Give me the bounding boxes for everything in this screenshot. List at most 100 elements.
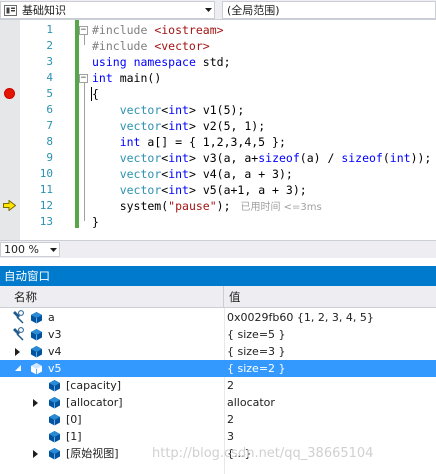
breakpoint-icon[interactable] xyxy=(4,88,15,99)
code-token: vector xyxy=(119,183,162,197)
line-number: 1 xyxy=(46,23,53,36)
variable-icon xyxy=(49,431,60,443)
code-line: vector<int> v3(a, a+sizeof(a) / sizeof(i… xyxy=(92,150,432,166)
code-line: vector<int> v5(a+1, a + 3); xyxy=(92,182,307,198)
collapse-arrow-icon[interactable] xyxy=(15,365,21,371)
watch-row-name: [原始视图] xyxy=(66,447,119,460)
glyph-margin[interactable] xyxy=(0,20,20,240)
line-number: 6 xyxy=(46,103,53,116)
navigation-bar: 基础知识 (全局范围) xyxy=(0,0,436,20)
line-number: 3 xyxy=(46,55,53,68)
watch-row[interactable]: [1] 3 xyxy=(0,428,436,445)
watch-row-name: v3 xyxy=(48,328,62,341)
watch-row-name: v5 xyxy=(48,362,62,375)
scope-dropdown-label: (全局范围) xyxy=(227,4,280,17)
watch-row-name: [capacity] xyxy=(66,379,122,392)
watch-row[interactable]: v4 { size=3 } xyxy=(0,343,436,360)
watch-row-value: 2 xyxy=(227,379,234,392)
instruction-pointer-icon[interactable] xyxy=(3,200,16,211)
line-number-gutter: 1 2 3 4 5 6 7 8 9 10 11 12 13 xyxy=(20,20,56,240)
code-token: "pause" xyxy=(168,199,217,213)
line-number: 13 xyxy=(39,215,53,228)
pin-icon[interactable] xyxy=(12,327,24,341)
variable-icon xyxy=(49,414,60,426)
watch-row[interactable]: [原始视图] {...} xyxy=(0,445,436,462)
zoom-dropdown[interactable]: 100 % xyxy=(0,242,60,257)
code-token: int xyxy=(92,71,113,85)
autos-window-title[interactable]: 自动窗口 xyxy=(0,266,436,286)
collapse-icon[interactable]: − xyxy=(79,74,88,83)
watch-row-value: { size=2 } xyxy=(227,362,286,375)
code-token: > v3(a, a+ xyxy=(188,151,259,165)
watch-row[interactable]: v3 { size=5 } xyxy=(0,326,436,343)
code-editor[interactable]: 1 2 3 4 5 6 7 8 9 10 11 12 13 #include <iostream> #in… xyxy=(0,20,436,240)
code-line: vector<int> v1(5); xyxy=(92,102,245,118)
project-dropdown[interactable]: 基础知识 xyxy=(0,1,215,19)
code-token: #include xyxy=(92,23,155,37)
expand-arrow-icon[interactable] xyxy=(33,399,38,407)
line-number: 5 xyxy=(46,87,53,100)
code-token: )); xyxy=(410,151,432,165)
watch-row[interactable]: [capacity] 2 xyxy=(0,377,436,394)
watch-row[interactable]: a 0x0029fb60 {1, 2, 3, 4, 5} xyxy=(0,309,436,326)
watch-row-name: [allocator] xyxy=(66,396,123,409)
namespace-icon xyxy=(4,4,17,16)
autos-header: 名称 值 xyxy=(0,286,436,308)
line-number: 7 xyxy=(46,119,53,132)
code-token: int xyxy=(119,135,141,149)
variable-icon xyxy=(49,448,60,460)
expand-arrow-icon[interactable] xyxy=(33,450,38,458)
code-token: system( xyxy=(92,199,169,213)
code-token: vector xyxy=(119,119,162,133)
line-number: 12 xyxy=(39,199,53,212)
watch-row-value: {...} xyxy=(227,447,252,460)
code-token: a[] = { 1,2,3,4,5 }; xyxy=(140,135,286,149)
line-number: 2 xyxy=(46,39,53,52)
code-token: namespace xyxy=(133,55,196,69)
watch-row-value: 2 xyxy=(227,413,234,426)
code-token: <iostream> xyxy=(154,23,224,37)
code-line: int a[] = { 1,2,3,4,5 }; xyxy=(92,134,286,150)
code-line: vector<int> v4(a, a + 3); xyxy=(92,166,293,182)
editor-status-strip: 100 % xyxy=(0,240,436,258)
watch-row-value: { size=5 } xyxy=(227,328,286,341)
line-number: 9 xyxy=(46,151,53,164)
scope-dropdown[interactable]: (全局范围) xyxy=(222,1,436,19)
variable-icon xyxy=(49,397,60,409)
watch-row-value: allocator xyxy=(227,396,275,409)
watch-row[interactable]: [0] 2 xyxy=(0,411,436,428)
code-token: > v2(5, 1); xyxy=(188,119,266,133)
code-token: > v4(a, a + 3); xyxy=(188,167,293,181)
expand-arrow-icon[interactable] xyxy=(15,348,20,356)
code-token: main() xyxy=(112,71,162,85)
code-token: std; xyxy=(195,55,231,69)
code-line: #include <vector> xyxy=(92,38,210,54)
variable-icon xyxy=(49,380,60,392)
code-line: #include <iostream> xyxy=(92,22,224,38)
watch-row[interactable]: [allocator] allocator xyxy=(0,394,436,411)
watch-row-name: [1] xyxy=(66,430,82,443)
code-token: int xyxy=(168,183,189,197)
code-token: vector xyxy=(119,103,162,117)
line-number: 10 xyxy=(39,167,53,180)
line-number: 4 xyxy=(46,71,53,84)
column-header-name[interactable]: 名称 xyxy=(0,286,224,308)
outline-guide xyxy=(84,35,85,45)
code-token: { xyxy=(92,87,99,101)
watch-row-name: [0] xyxy=(66,413,82,426)
watch-row-name: a xyxy=(48,311,55,324)
watch-row[interactable]: v5 { size=2 } xyxy=(0,360,436,377)
code-line: int main() xyxy=(92,70,161,86)
code-token: > v5(a+1, a + 3); xyxy=(188,183,307,197)
collapse-icon[interactable]: − xyxy=(79,26,88,35)
perf-tip[interactable]: 已用时间 <=3ms xyxy=(241,202,322,213)
column-header-value[interactable]: 值 xyxy=(224,286,241,308)
text-caret xyxy=(91,87,92,101)
chevron-down-icon xyxy=(202,2,214,18)
pin-icon[interactable] xyxy=(12,310,24,324)
code-text-area[interactable]: #include <iostream> #include <vector> usin… xyxy=(79,20,436,240)
